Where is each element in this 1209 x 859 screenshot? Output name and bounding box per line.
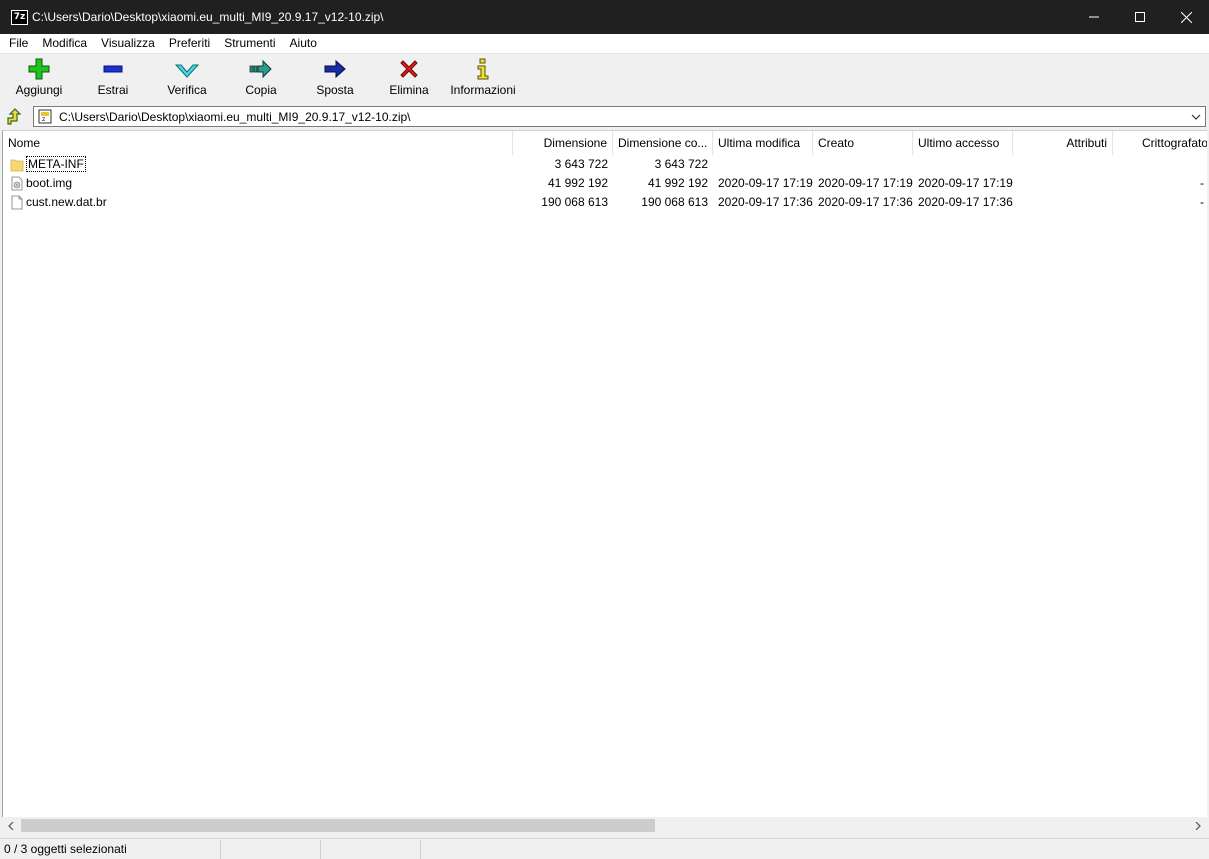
- move-button[interactable]: Sposta: [298, 56, 372, 102]
- maximize-button[interactable]: [1117, 0, 1163, 34]
- yellow-info-icon: [477, 58, 489, 80]
- file-size: 190 068 613: [541, 195, 608, 209]
- address-combobox[interactable]: z C:\Users\Dario\Desktop\xiaomi.eu_multi…: [33, 106, 1206, 127]
- extract-button[interactable]: Estrai: [76, 56, 150, 102]
- 7zip-window: 7z C:\Users\Dario\Desktop\xiaomi.eu_mult…: [0, 0, 1209, 859]
- teal-arrow-icon: [249, 59, 272, 79]
- title-bar[interactable]: 7z C:\Users\Dario\Desktop\xiaomi.eu_mult…: [0, 0, 1209, 34]
- column-header-accessed[interactable]: Ultimo accesso: [913, 131, 1013, 155]
- file-size: 3 643 722: [554, 157, 608, 171]
- minimize-button[interactable]: [1071, 0, 1117, 34]
- delete-label: Elimina: [389, 83, 429, 97]
- file-name: cust.new.dat.br: [26, 195, 107, 209]
- file-modified: 2020-09-17 17:19: [718, 176, 813, 190]
- info-label: Informazioni: [450, 83, 516, 97]
- file-name: boot.img: [26, 176, 73, 190]
- menu-aiuto[interactable]: Aiuto: [284, 34, 323, 53]
- red-x-icon: [400, 60, 418, 78]
- delete-button[interactable]: Elimina: [372, 56, 446, 102]
- up-folder-button[interactable]: [4, 107, 26, 127]
- file-size: 41 992 192: [547, 176, 608, 190]
- file-packed-size: 41 992 192: [647, 176, 708, 190]
- column-header-modified[interactable]: Ultima modifica: [713, 131, 813, 155]
- scroll-left-button[interactable]: [2, 817, 19, 834]
- minimize-icon: [1089, 16, 1099, 18]
- copy-label: Copia: [245, 83, 277, 97]
- 7zip-app-icon[interactable]: 7z: [11, 10, 28, 25]
- menu-bar: File Modifica Visualizza Preferiti Strumenti…: [0, 34, 1209, 54]
- move-label: Sposta: [316, 83, 354, 97]
- address-row: z C:\Users\Dario\Desktop\xiaomi.eu_multi…: [0, 105, 1209, 129]
- horizontal-scrollbar[interactable]: [2, 817, 1206, 834]
- toolbar: Aggiungi Estrai Verifica Copia Sposta El…: [0, 54, 1209, 104]
- status-segment-2: [221, 840, 321, 859]
- menu-modifica[interactable]: Modifica: [36, 34, 93, 53]
- close-icon: [1180, 11, 1192, 23]
- file-accessed: 2020-09-17 17:36: [918, 195, 1013, 209]
- menu-strumenti[interactable]: Strumenti: [218, 34, 281, 53]
- test-button[interactable]: Verifica: [150, 56, 224, 102]
- extract-label: Estrai: [97, 83, 129, 97]
- list-header: Nome Dimensione Dimensione co... Ultima …: [3, 131, 1207, 155]
- file-packed-size: 190 068 613: [641, 195, 708, 209]
- file-encrypted: [1113, 155, 1207, 174]
- menu-visualizza[interactable]: Visualizza: [95, 34, 161, 53]
- file-accessed: 2020-09-17 17:19: [918, 176, 1013, 190]
- menu-file[interactable]: File: [3, 34, 34, 53]
- file-name: META-INF: [26, 156, 86, 172]
- blue-minus-icon: [103, 65, 123, 73]
- chevron-right-icon: [1195, 821, 1201, 830]
- column-header-attributes[interactable]: Attributi: [1013, 131, 1113, 155]
- zip-archive-icon: z: [38, 109, 52, 124]
- add-label: Aggiungi: [15, 83, 63, 97]
- status-selection: 0 / 3 oggetti selezionati: [0, 840, 221, 859]
- up-arrow-icon: [7, 108, 22, 125]
- file-created: [813, 155, 913, 174]
- file-created: 2020-09-17 17:36: [818, 195, 913, 209]
- list-item[interactable]: META-INF 3 643 722 3 643 722: [3, 155, 1207, 174]
- cyan-check-icon: [175, 64, 199, 78]
- address-path[interactable]: C:\Users\Dario\Desktop\xiaomi.eu_multi_M…: [59, 110, 411, 124]
- column-header-created[interactable]: Creato: [813, 131, 913, 155]
- add-button[interactable]: Aggiungi: [2, 56, 76, 102]
- green-plus-icon: [28, 58, 50, 80]
- file-packed-size: 3 643 722: [654, 157, 708, 171]
- file-encrypted: -: [1200, 195, 1204, 209]
- file-modified: [713, 155, 813, 174]
- list-item[interactable]: cust.new.dat.br 190 068 613 190 068 613 …: [3, 193, 1207, 212]
- maximize-icon: [1135, 12, 1145, 22]
- list-item[interactable]: boot.img 41 992 192 41 992 192 2020-09-1…: [3, 174, 1207, 193]
- close-button[interactable]: [1163, 0, 1209, 34]
- scrollbar-thumb[interactable]: [21, 819, 655, 832]
- test-label: Verifica: [167, 83, 207, 97]
- column-header-size[interactable]: Dimensione: [513, 131, 613, 155]
- status-bar: 0 / 3 oggetti selezionati: [0, 838, 1209, 859]
- column-header-name[interactable]: Nome: [3, 131, 513, 155]
- chevron-down-icon[interactable]: [1190, 110, 1202, 124]
- file-modified: 2020-09-17 17:36: [718, 195, 813, 209]
- info-button[interactable]: Informazioni: [446, 56, 520, 102]
- copy-button[interactable]: Copia: [224, 56, 298, 102]
- file-created: 2020-09-17 17:19: [818, 176, 913, 190]
- file-accessed: [913, 155, 1013, 174]
- column-header-packed[interactable]: Dimensione co...: [613, 131, 713, 155]
- file-list[interactable]: Nome Dimensione Dimensione co... Ultima …: [2, 130, 1207, 818]
- scroll-right-button[interactable]: [1189, 817, 1206, 834]
- status-segment-3: [321, 840, 421, 859]
- menu-preferiti[interactable]: Preferiti: [163, 34, 216, 53]
- chevron-left-icon: [7, 821, 13, 830]
- file-encrypted: -: [1200, 176, 1204, 190]
- window-title: C:\Users\Dario\Desktop\xiaomi.eu_multi_M…: [32, 10, 384, 24]
- column-header-encrypted[interactable]: Crittografato: [1113, 131, 1207, 155]
- svg-text:z: z: [42, 116, 45, 123]
- navy-arrow-icon: [324, 59, 346, 79]
